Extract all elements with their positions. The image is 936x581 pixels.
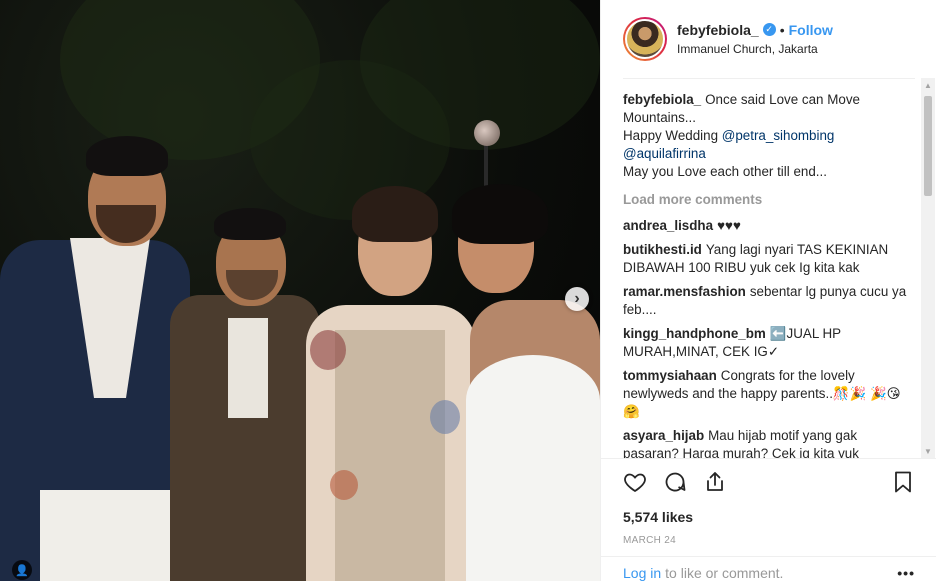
- like-heart-icon[interactable]: [623, 470, 647, 494]
- comments-scrollbar[interactable]: ▲ ▼: [921, 78, 935, 458]
- post-date[interactable]: MARCH 24: [623, 535, 915, 546]
- comment-username[interactable]: tommysiahaan: [623, 368, 717, 383]
- mention-link[interactable]: @petra_sihombing: [722, 128, 835, 143]
- comment-item: tommysiahaan Congrats for the lovely newl…: [623, 367, 915, 421]
- location-link[interactable]: Immanuel Church, Jakarta: [677, 42, 833, 56]
- load-more-comments-button[interactable]: Load more comments: [623, 191, 915, 209]
- caption-text: Happy Wedding: [623, 128, 722, 143]
- avatar[interactable]: [623, 16, 667, 61]
- mention-link[interactable]: @aquilafirrina: [623, 146, 706, 161]
- scroll-down-icon[interactable]: ▼: [921, 444, 935, 458]
- verified-badge-icon: ✓: [762, 23, 776, 36]
- comment-text: ♥♥♥: [717, 218, 741, 233]
- comment-username[interactable]: butikhesti.id: [623, 242, 702, 257]
- comment-username[interactable]: asyara_hijab: [623, 428, 704, 443]
- post-sidebar: febyfebiola_ ✓ • Follow Immanuel Church,…: [600, 0, 936, 581]
- separator-dot: •: [779, 21, 785, 38]
- login-link[interactable]: Log in: [623, 565, 661, 581]
- comment-item: butikhesti.id Yang lagi nyari TAS KEKINIA…: [623, 241, 915, 277]
- comment-item: kingg_handphone_bm ⬅️JUAL HP MURAH,MINAT,…: [623, 325, 915, 361]
- comment-item: ramar.mensfashion sebentar lg punya cucu …: [623, 283, 915, 319]
- follow-button[interactable]: Follow: [789, 22, 833, 38]
- caption-username[interactable]: febyfebiola_: [623, 92, 701, 107]
- comment-username[interactable]: kingg_handphone_bm: [623, 326, 766, 341]
- login-prompt: Log in to like or comment. •••: [601, 556, 936, 581]
- post-actions: 5,574 likes MARCH 24: [601, 458, 936, 546]
- scroll-up-icon[interactable]: ▲: [921, 78, 935, 92]
- comment-bubble-icon[interactable]: [663, 470, 687, 494]
- comment-username[interactable]: andrea_lisdha: [623, 218, 713, 233]
- person-icon[interactable]: 👤: [12, 560, 32, 580]
- likes-count[interactable]: 5,574 likes: [623, 509, 915, 525]
- share-icon[interactable]: [703, 470, 727, 494]
- more-options-icon[interactable]: •••: [897, 565, 915, 581]
- post-header: febyfebiola_ ✓ • Follow Immanuel Church,…: [601, 0, 936, 77]
- caption: febyfebiola_ Once said Love can Move Moun…: [623, 91, 915, 181]
- post-photo[interactable]: › 👤: [0, 0, 600, 581]
- bookmark-icon[interactable]: [891, 470, 915, 494]
- comments-list[interactable]: febyfebiola_ Once said Love can Move Moun…: [623, 78, 915, 458]
- login-prompt-text: to like or comment.: [665, 565, 784, 581]
- scroll-thumb[interactable]: [924, 96, 932, 196]
- next-photo-button[interactable]: ›: [565, 287, 589, 311]
- comment-username[interactable]: ramar.mensfashion: [623, 284, 746, 299]
- author-username[interactable]: febyfebiola_: [677, 22, 759, 38]
- comment-item: asyara_hijab Mau hijab motif yang gak pas…: [623, 427, 915, 458]
- lamp-globe: [474, 120, 500, 146]
- caption-text: May you Love each other till end...: [623, 164, 827, 179]
- comment-item: andrea_lisdha ♥♥♥: [623, 217, 915, 235]
